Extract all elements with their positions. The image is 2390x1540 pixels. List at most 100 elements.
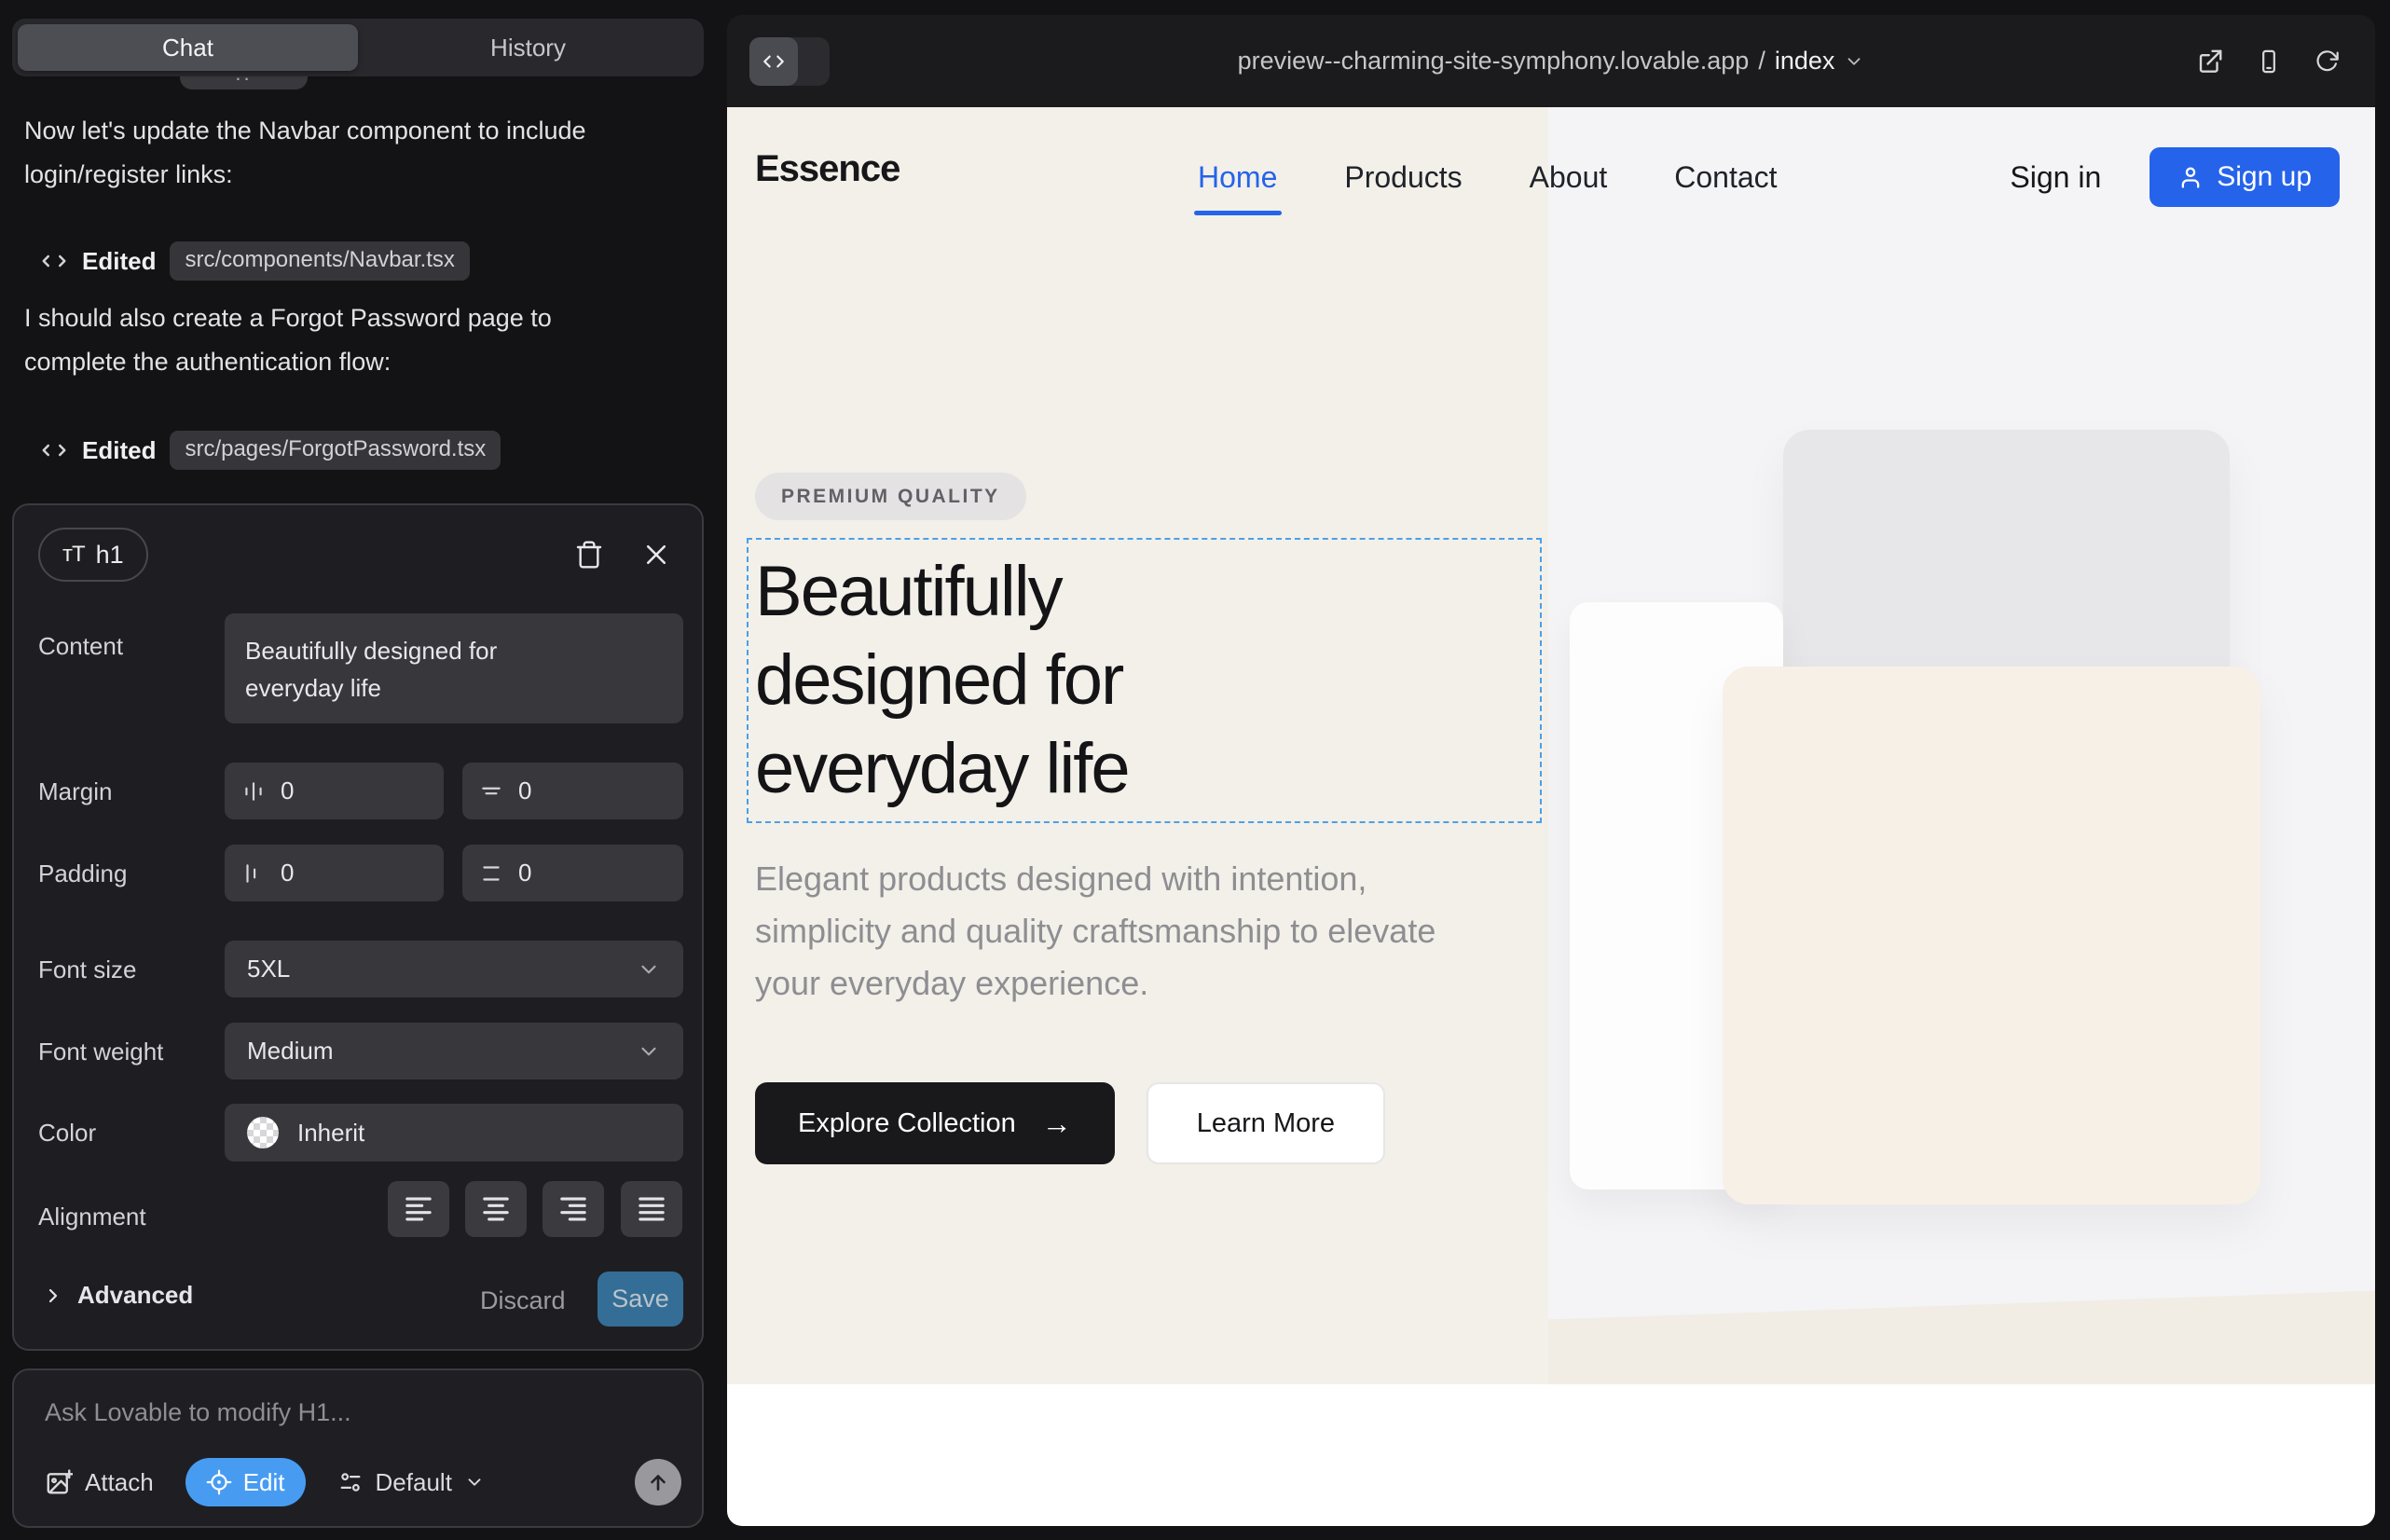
close-icon (642, 541, 670, 569)
learn-more-button[interactable]: Learn More (1147, 1082, 1385, 1164)
font-weight-value: Medium (247, 1037, 333, 1066)
sign-up-button[interactable]: Sign up (2150, 147, 2340, 207)
chat-sidebar: Chat History .. Now let's update the Nav… (0, 0, 727, 1540)
edit-mode-button[interactable]: Edit (185, 1458, 306, 1506)
font-size-value: 5XL (247, 955, 290, 983)
font-weight-select[interactable]: Medium (225, 1023, 683, 1079)
align-center-button[interactable] (465, 1181, 527, 1237)
margin-horizontal-icon (241, 779, 266, 804)
discard-button[interactable]: Discard (480, 1286, 566, 1315)
advanced-toggle[interactable]: Advanced (42, 1281, 193, 1310)
color-swatch (247, 1117, 279, 1148)
chevron-down-icon (637, 1039, 661, 1064)
content-label: Content (38, 632, 123, 661)
edited-file-pill[interactable]: src/components/Navbar.tsx (170, 241, 469, 281)
nav-link-contact[interactable]: Contact (1674, 160, 1777, 195)
delete-element-button[interactable] (570, 535, 609, 574)
url-page: index (1775, 47, 1835, 76)
padding-horizontal-icon (241, 861, 266, 886)
close-panel-button[interactable] (637, 535, 676, 574)
site-viewport: Essence Home Products About Contact Sign… (727, 107, 2375, 1526)
element-editor-panel: тT h1 Content Beautifully designed for e… (12, 503, 704, 1351)
padding-vertical-icon (479, 861, 503, 886)
margin-y-input[interactable]: 0 (462, 763, 683, 819)
align-right-button[interactable] (543, 1181, 604, 1237)
site-logo[interactable]: Essence (755, 148, 900, 190)
chevron-down-icon (637, 957, 661, 982)
explore-collection-button[interactable]: Explore Collection → (755, 1082, 1115, 1164)
font-size-select[interactable]: 5XL (225, 941, 683, 997)
url-bar[interactable]: preview--charming-site-symphony.lovable.… (727, 15, 2375, 107)
align-justify-icon (636, 1194, 667, 1224)
align-justify-button[interactable] (621, 1181, 682, 1237)
prompt-input[interactable] (45, 1398, 660, 1445)
margin-y-value: 0 (518, 777, 531, 805)
premium-quality-badge: PREMIUM QUALITY (755, 473, 1026, 520)
edited-label: Edited (82, 247, 156, 276)
align-left-button[interactable] (388, 1181, 449, 1237)
align-center-icon (480, 1194, 512, 1224)
preview-browser-window: preview--charming-site-symphony.lovable.… (727, 15, 2375, 1526)
code-icon (40, 436, 68, 464)
mode-label: Default (376, 1468, 452, 1497)
chat-message: I should also create a Forgot Password p… (24, 296, 621, 384)
tab-chat[interactable]: Chat (18, 24, 358, 71)
chevron-down-icon (464, 1472, 485, 1492)
code-icon (40, 247, 68, 275)
nav-link-about[interactable]: About (1530, 160, 1608, 195)
send-button[interactable] (635, 1459, 681, 1506)
mode-select[interactable]: Default (337, 1468, 485, 1497)
padding-x-input[interactable]: 0 (225, 845, 444, 901)
sliders-icon (337, 1469, 364, 1495)
font-weight-label: Font weight (38, 1038, 163, 1066)
user-icon (2177, 164, 2204, 190)
hero-heading[interactable]: Beautifully designed for everyday life (755, 547, 1352, 813)
open-in-new-tab-button[interactable] (2196, 48, 2224, 76)
nav-link-products[interactable]: Products (1344, 160, 1462, 195)
chat-message: Now let's update the Navbar component to… (24, 109, 621, 197)
padding-label: Padding (38, 859, 127, 888)
edited-file-row: Edited src/components/Navbar.tsx (40, 241, 470, 282)
margin-label: Margin (38, 777, 112, 806)
site-navbar: Essence Home Products About Contact Sign… (727, 107, 2375, 252)
margin-x-input[interactable]: 0 (225, 763, 444, 819)
attach-button[interactable]: Attach (45, 1468, 154, 1497)
font-size-label: Font size (38, 956, 137, 984)
content-field[interactable]: Beautifully designed for everyday life (225, 613, 683, 723)
padding-y-input[interactable]: 0 (462, 845, 683, 901)
refresh-button[interactable] (2314, 48, 2340, 75)
padding-y-value: 0 (518, 859, 531, 887)
sign-in-link[interactable]: Sign in (2010, 160, 2101, 195)
color-select[interactable]: Inherit (225, 1104, 683, 1162)
nav-link-home[interactable]: Home (1198, 160, 1277, 195)
target-icon (206, 1469, 232, 1495)
auth-actions: Sign in Sign up (2010, 107, 2340, 247)
attach-label: Attach (85, 1468, 154, 1497)
advanced-label: Advanced (77, 1281, 193, 1310)
edited-file-pill[interactable]: src/pages/ForgotPassword.tsx (170, 431, 501, 470)
align-right-icon (557, 1194, 589, 1224)
tab-history[interactable]: History (358, 24, 698, 71)
color-label: Color (38, 1119, 96, 1148)
chevron-down-icon (1844, 51, 1864, 72)
refresh-icon (2314, 48, 2340, 75)
arrow-right-icon: → (1042, 1107, 1072, 1141)
explore-collection-label: Explore Collection (798, 1108, 1016, 1139)
learn-more-label: Learn More (1197, 1108, 1335, 1139)
element-tag-label: h1 (96, 541, 124, 570)
decorative-card-cream (1723, 667, 2260, 1204)
align-left-icon (403, 1194, 434, 1224)
prompt-composer: Attach Edit Default (12, 1368, 704, 1528)
color-value: Inherit (297, 1119, 364, 1148)
trash-icon (574, 540, 604, 570)
typography-icon: тT (62, 542, 85, 568)
save-button[interactable]: Save (598, 1272, 683, 1327)
margin-vertical-icon (479, 779, 503, 804)
hero-description: Elegant products designed with intention… (755, 853, 1462, 1010)
browser-chrome-bar: preview--charming-site-symphony.lovable.… (727, 15, 2375, 107)
mobile-icon (2256, 48, 2282, 76)
element-tag-pill: тT h1 (38, 528, 148, 582)
attach-image-icon (45, 1468, 73, 1496)
mobile-view-button[interactable] (2256, 48, 2282, 76)
content-value: Beautifully designed for everyday life (245, 632, 571, 707)
